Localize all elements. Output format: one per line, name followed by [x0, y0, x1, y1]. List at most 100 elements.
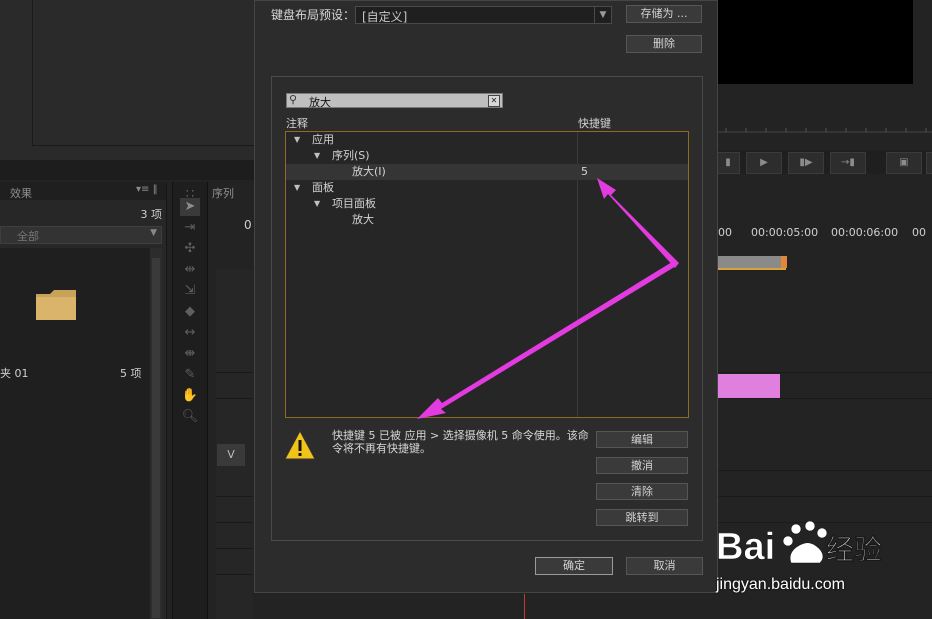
undo-button[interactable]: 撤消: [596, 457, 688, 474]
divider: [216, 496, 253, 497]
bin-name[interactable]: 夹 01: [0, 365, 29, 381]
ruler-label: 00: [912, 226, 926, 239]
program-monitor-video: [716, 0, 913, 84]
playhead-marker[interactable]: [781, 256, 787, 268]
tree-row-label: 序列(S): [332, 149, 370, 162]
step-back-button[interactable]: ▮: [716, 152, 740, 174]
tree-row-label: 放大(I): [352, 165, 386, 178]
chevron-down-icon: ▼: [594, 7, 611, 23]
warning-icon: [284, 429, 316, 460]
sequence-tab[interactable]: 序列: [212, 185, 234, 201]
expand-triangle-icon[interactable]: ▼: [294, 132, 300, 148]
delete-button[interactable]: 删除: [626, 35, 702, 53]
tree-row-label: 项目面板: [332, 197, 376, 210]
ruler-label: 00:00:05:00: [751, 226, 819, 239]
slip-tool-icon[interactable]: ↔: [180, 324, 200, 342]
selection-tool-icon[interactable]: ➤: [180, 198, 200, 216]
tree-row-sequence[interactable]: ▼ 序列(S): [286, 148, 688, 164]
chevron-down-icon: ▼: [150, 228, 157, 238]
bin-count: 5 项: [120, 367, 142, 380]
go-to-button[interactable]: 跳转到: [596, 509, 688, 526]
lift-button[interactable]: ▣: [886, 152, 922, 174]
svg-text:Bai: Bai: [716, 526, 775, 568]
filter-dropdown[interactable]: 全部 ▼: [0, 226, 162, 244]
expand-triangle-icon[interactable]: ▼: [314, 196, 320, 212]
divider: [216, 574, 253, 575]
panel-menu-icon[interactable]: ▾≡ ‖: [136, 184, 158, 195]
zoom-tool-icon[interactable]: 🔍︎: [180, 408, 200, 426]
tree-row-panels[interactable]: ▼ 面板: [286, 180, 688, 196]
timecode-display[interactable]: 0: [244, 218, 252, 232]
ruler-label: 00: [718, 226, 732, 239]
track-select-tool-icon[interactable]: ⇥: [180, 219, 200, 237]
tree-row-label: 放大: [352, 213, 374, 226]
tree-row-zoom-in[interactable]: 放大(I) 5: [286, 164, 688, 180]
watermark-url: jingyan.baidu.com: [716, 576, 845, 593]
video-clip[interactable]: [716, 374, 780, 398]
tree-row-project-panel[interactable]: ▼ 项目面板: [286, 196, 688, 212]
step-forward-button[interactable]: ▮▶: [788, 152, 824, 174]
preset-dropdown[interactable]: [自定义] ▼: [355, 6, 612, 24]
divider: [216, 522, 253, 523]
extract-button[interactable]: ▣: [926, 152, 932, 174]
hand-tool-icon[interactable]: ✋: [180, 387, 200, 405]
divider: [216, 372, 253, 373]
monitor-scale: [716, 128, 932, 133]
track-target-v[interactable]: V: [217, 444, 245, 466]
item-count: 3 项: [140, 208, 163, 221]
tree-row-label: 面板: [312, 181, 334, 194]
rolling-edit-tool-icon[interactable]: ⇹: [180, 261, 200, 279]
edit-button[interactable]: 编辑: [596, 431, 688, 448]
ruler-label: 00:00:06:00: [831, 226, 899, 239]
tree-row-application[interactable]: ▼ 应用: [286, 132, 688, 148]
play-button[interactable]: ▶: [746, 152, 782, 174]
go-to-out-button[interactable]: →▮: [830, 152, 866, 174]
effects-tab[interactable]: 效果: [10, 185, 32, 201]
column-header-note[interactable]: 注释: [286, 115, 308, 131]
time-ruler[interactable]: 00 00:00:05:00 00:00:06:00 00: [716, 226, 932, 242]
preset-label: 键盘布局预设：: [271, 8, 356, 22]
divider: [216, 398, 253, 399]
tools-panel: ∷ ➤ ⇥ ✣ ⇹ ⇲ ◆ ↔ ⇼ ✎ ✋ 🔍︎: [172, 182, 208, 619]
source-monitor-area: [0, 0, 255, 160]
svg-text:经验: 经验: [826, 533, 882, 566]
divider: [216, 548, 253, 549]
divider: [716, 470, 932, 471]
razor-tool-icon[interactable]: ◆: [180, 303, 200, 321]
expand-triangle-icon[interactable]: ▼: [314, 148, 320, 164]
cancel-button[interactable]: 取消: [626, 557, 703, 575]
pen-tool-icon[interactable]: ✎: [180, 366, 200, 384]
search-value: 放大: [309, 96, 331, 109]
save-as-button[interactable]: 存储为 ...: [626, 5, 702, 23]
ok-button[interactable]: 确定: [535, 557, 613, 575]
divider: [716, 496, 932, 497]
filter-value: 全部: [17, 230, 39, 243]
scrollbar[interactable]: [150, 248, 162, 619]
clear-search-icon[interactable]: ✕: [488, 95, 500, 107]
search-icon: ⚲: [289, 93, 298, 106]
shortcut-key[interactable]: 5: [581, 164, 588, 180]
scrollbar-thumb[interactable]: [152, 258, 160, 618]
work-area-indicator: [716, 268, 786, 270]
ripple-edit-tool-icon[interactable]: ✣: [180, 240, 200, 258]
divider: [32, 0, 33, 145]
preset-value: [自定义]: [362, 10, 408, 24]
playhead-line: [524, 594, 525, 619]
divider: [716, 398, 932, 399]
rate-stretch-tool-icon[interactable]: ⇲: [180, 282, 200, 300]
search-field[interactable]: ⚲ 放大 ✕: [286, 93, 503, 109]
work-area-bar[interactable]: [716, 256, 786, 268]
panel-separator: [0, 160, 255, 180]
column-header-shortcut[interactable]: 快捷键: [578, 115, 611, 131]
folder-icon[interactable]: [34, 288, 78, 322]
conflict-warning-text: 快捷键 5 已被 应用 > 选择摄像机 5 命令使用。该命令将不再有快捷键。: [332, 429, 589, 455]
divider: [716, 372, 932, 373]
tree-row-zoom[interactable]: 放大: [286, 212, 688, 228]
slide-tool-icon[interactable]: ⇼: [180, 345, 200, 363]
baidu-logo: Bai 经验: [716, 520, 882, 568]
expand-triangle-icon[interactable]: ▼: [294, 180, 300, 196]
transport-controls: ▮ ▶ ▮▶ →▮ ▣ ▣: [716, 150, 932, 174]
clear-button[interactable]: 清除: [596, 483, 688, 500]
divider: [32, 145, 255, 146]
tree-row-label: 应用: [312, 133, 334, 146]
